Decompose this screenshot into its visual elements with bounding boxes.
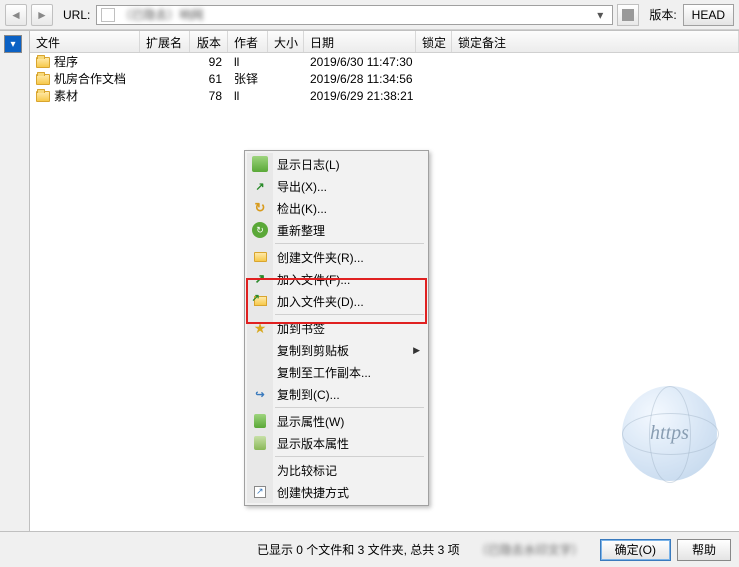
- col-rev[interactable]: 版本: [190, 31, 228, 52]
- version-label: 版本:: [649, 6, 676, 23]
- log-icon: [252, 156, 268, 172]
- col-size[interactable]: 大小: [268, 31, 304, 52]
- folder-icon: [36, 74, 50, 85]
- left-panel: ▾: [0, 31, 30, 531]
- menu-copy-clipboard[interactable]: 复制到剪贴板▶: [247, 339, 426, 361]
- menu-create-shortcut[interactable]: 创建快捷方式: [247, 481, 426, 503]
- col-author[interactable]: 作者: [228, 31, 268, 52]
- url-label: URL:: [63, 8, 90, 22]
- menu-add-folder[interactable]: 加入文件夹(D)...: [247, 290, 426, 312]
- menu-separator: [275, 243, 424, 244]
- col-date[interactable]: 日期: [304, 31, 416, 52]
- export-icon: ↗: [252, 178, 268, 194]
- table-row[interactable]: 机房合作文档 61 张铎 2019/6/28 11:34:56: [30, 70, 739, 87]
- folder-icon: [36, 91, 50, 102]
- file-rev: 61: [190, 72, 228, 86]
- menu-refresh[interactable]: ↻重新整理: [247, 219, 426, 241]
- menu-copy-to[interactable]: ↪复制到(C)...: [247, 383, 426, 405]
- status-text: 已显示 0 个文件和 3 文件夹, 总共 3 项: [257, 541, 460, 558]
- compare-icon: [252, 462, 268, 478]
- tree-collapse-icon[interactable]: ▾: [4, 35, 22, 53]
- menu-separator: [275, 407, 424, 408]
- menu-show-rev-props[interactable]: 显示版本属性: [247, 432, 426, 454]
- menu-copy-wc[interactable]: 复制至工作副本...: [247, 361, 426, 383]
- menu-mark-compare[interactable]: 为比较标记: [247, 459, 426, 481]
- file-date: 2019/6/30 11:47:30: [304, 55, 416, 69]
- file-name: 机房合作文档: [54, 72, 126, 86]
- go-button[interactable]: [617, 4, 639, 26]
- menu-export[interactable]: ↗导出(X)...: [247, 175, 426, 197]
- status-watermark: （已隐去水印文字）: [476, 541, 584, 558]
- url-text: （已隐去）响网: [119, 6, 203, 23]
- nav-forward-button[interactable]: ►: [31, 4, 53, 26]
- folder-icon: [36, 57, 50, 68]
- column-headers: 文件 扩展名 版本 作者 大小 日期 锁定 锁定备注: [30, 31, 739, 53]
- copy-wc-icon: [252, 364, 268, 380]
- shortcut-icon: [252, 484, 268, 500]
- toolbar: ◄ ► URL: （已隐去）响网 ▾ 版本: HEAD: [0, 0, 739, 30]
- file-rev: 92: [190, 55, 228, 69]
- file-author: ll: [228, 89, 268, 103]
- globe-watermark: https: [622, 386, 717, 481]
- nav-back-button[interactable]: ◄: [5, 4, 27, 26]
- menu-separator: [275, 314, 424, 315]
- context-menu: 显示日志(L) ↗导出(X)... ↻检出(K)... ↻重新整理 创建文件夹(…: [244, 150, 429, 506]
- clipboard-icon: [252, 342, 268, 358]
- menu-add-bookmark[interactable]: ★加到书签: [247, 317, 426, 339]
- copy-to-icon: ↪: [252, 386, 268, 402]
- col-file[interactable]: 文件: [30, 31, 140, 52]
- square-icon: [622, 9, 634, 21]
- menu-create-folder[interactable]: 创建文件夹(R)...: [247, 246, 426, 268]
- menu-show-props[interactable]: 显示属性(W): [247, 410, 426, 432]
- col-ext[interactable]: 扩展名: [140, 31, 190, 52]
- menu-checkout[interactable]: ↻检出(K)...: [247, 197, 426, 219]
- file-author: ll: [228, 55, 268, 69]
- chevron-right-icon: ▶: [413, 345, 420, 356]
- ok-button[interactable]: 确定(O): [600, 539, 671, 561]
- file-date: 2019/6/28 11:34:56: [304, 72, 416, 86]
- table-row[interactable]: 程序 92 ll 2019/6/30 11:47:30: [30, 53, 739, 70]
- add-file-icon: ↗: [252, 271, 268, 287]
- props-icon: [252, 413, 268, 429]
- chevron-down-icon[interactable]: ▾: [592, 8, 608, 22]
- star-icon: ★: [252, 320, 268, 336]
- file-name: 素材: [54, 89, 78, 103]
- file-author: 张铎: [228, 70, 268, 87]
- url-input[interactable]: （已隐去）响网 ▾: [96, 5, 613, 25]
- menu-show-log[interactable]: 显示日志(L): [247, 153, 426, 175]
- col-lock[interactable]: 锁定: [416, 31, 452, 52]
- arrow-left-icon: ◄: [10, 8, 22, 22]
- rev-props-icon: [252, 435, 268, 451]
- head-button[interactable]: HEAD: [683, 4, 734, 26]
- table-row[interactable]: 素材 78 ll 2019/6/29 21:38:21: [30, 87, 739, 104]
- help-button[interactable]: 帮助: [677, 539, 731, 561]
- menu-separator: [275, 456, 424, 457]
- checkout-icon: ↻: [252, 200, 268, 216]
- add-folder-icon: [252, 293, 268, 309]
- file-rev: 78: [190, 89, 228, 103]
- col-lockmemo[interactable]: 锁定备注: [452, 31, 739, 52]
- page-icon: [101, 8, 115, 22]
- file-date: 2019/6/29 21:38:21: [304, 89, 416, 103]
- status-bar: 已显示 0 个文件和 3 文件夹, 总共 3 项 （已隐去水印文字） 确定(O)…: [0, 531, 739, 567]
- menu-add-file[interactable]: ↗加入文件(F)...: [247, 268, 426, 290]
- file-name: 程序: [54, 55, 78, 69]
- arrow-right-icon: ►: [36, 8, 48, 22]
- refresh-icon: ↻: [252, 222, 268, 238]
- new-folder-icon: [252, 249, 268, 265]
- globe-text: https: [650, 422, 689, 445]
